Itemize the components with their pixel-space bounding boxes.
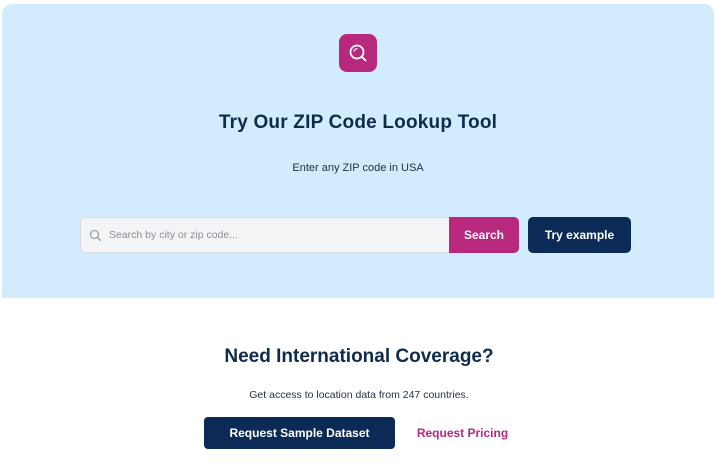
- search-button[interactable]: Search: [449, 217, 519, 253]
- try-example-button[interactable]: Try example: [528, 217, 631, 253]
- request-sample-dataset-button[interactable]: Request Sample Dataset: [204, 417, 395, 449]
- request-pricing-link[interactable]: Request Pricing: [405, 417, 520, 449]
- hero-subtitle: Enter any ZIP code in USA: [292, 162, 424, 174]
- search-icon: [89, 228, 103, 242]
- search-icon: [339, 34, 377, 72]
- search-bar[interactable]: [80, 217, 450, 253]
- hero-title: Try Our ZIP Code Lookup Tool: [218, 112, 498, 133]
- international-coverage-subtitle: Get access to location data from 247 cou…: [249, 389, 469, 401]
- international-coverage-title: Need International Coverage?: [224, 346, 494, 367]
- lookup-hero-section: Try Our ZIP Code Lookup Tool Enter any Z…: [2, 4, 714, 298]
- search-input[interactable]: [109, 220, 439, 250]
